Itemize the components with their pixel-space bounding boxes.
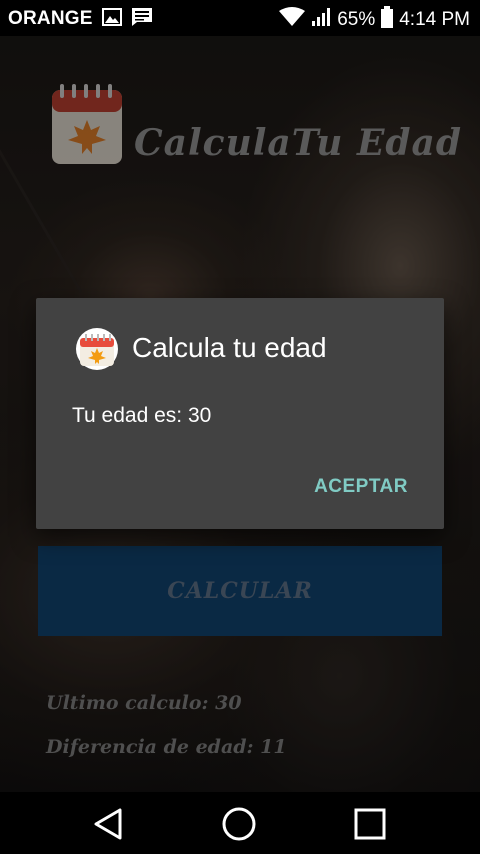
message-icon: [131, 7, 153, 31]
last-calculation: Ultimo calculo: 30: [46, 692, 242, 714]
home-icon[interactable]: [219, 806, 259, 842]
result-dialog: Calcula tu edad Tu edad es: 30 ACEPTAR: [36, 298, 444, 529]
status-bar: ORANGE 65% 4:14 PM: [0, 0, 480, 36]
calculate-button[interactable]: CALCULAR: [38, 546, 442, 636]
dialog-message: Tu edad es: 30: [72, 404, 212, 427]
wifi-icon: [279, 7, 306, 33]
carrier-name: ORANGE: [8, 8, 93, 29]
battery-percent: 65%: [337, 9, 376, 30]
dialog-title: Calcula tu edad: [132, 332, 327, 363]
clock: 4:14 PM: [399, 9, 470, 30]
back-icon[interactable]: [88, 806, 128, 842]
accept-button[interactable]: ACEPTAR: [314, 476, 408, 498]
calendar-icon: [76, 328, 118, 370]
signal-icon: [311, 7, 331, 33]
image-icon: [101, 8, 122, 30]
navigation-bar: [0, 792, 480, 854]
recents-icon[interactable]: [350, 806, 390, 842]
calculate-button-label: CALCULAR: [167, 578, 313, 604]
status-right: 65% 4:14 PM: [279, 6, 470, 34]
age-difference: Diferencia de edad: 11: [46, 736, 287, 758]
app-title: CalculaTu Edad: [134, 122, 463, 164]
battery-icon: [381, 6, 394, 34]
calendar-logo-icon: [50, 82, 124, 166]
status-left: ORANGE: [8, 7, 153, 31]
